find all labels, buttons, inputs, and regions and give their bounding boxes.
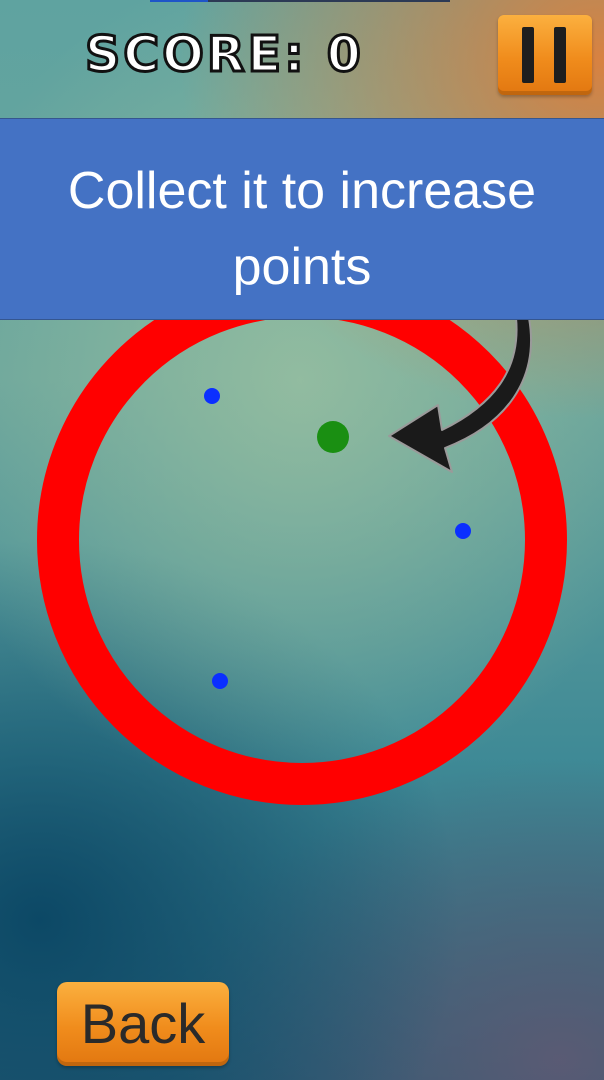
obstacle-dot: [212, 673, 228, 689]
tutorial-message: Collect it to increase points: [67, 162, 537, 296]
obstacle-dot: [455, 523, 471, 539]
obstacle-dot: [204, 388, 220, 404]
red-ring: [37, 275, 567, 805]
back-button[interactable]: Back: [57, 982, 229, 1066]
collectible-dot[interactable]: [317, 421, 349, 453]
tutorial-banner: Collect it to increase points: [0, 118, 604, 320]
back-button-label: Back: [80, 992, 206, 1055]
